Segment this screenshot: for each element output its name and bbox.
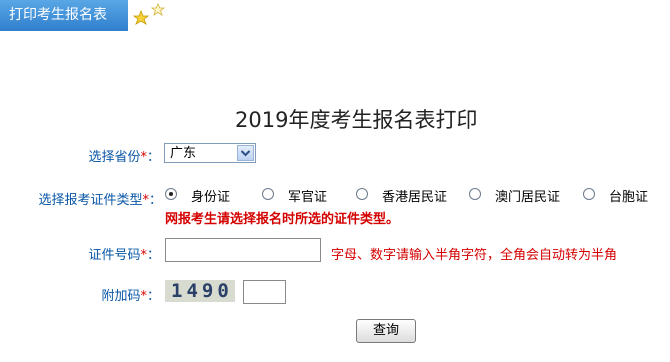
radio-button[interactable] bbox=[356, 188, 368, 200]
province-label: 选择省份*： bbox=[88, 150, 160, 165]
query-button[interactable]: 查询 bbox=[356, 319, 416, 343]
id-type-hint: 网报考生请选择报名时所选的证件类型。 bbox=[165, 212, 400, 227]
page-title: 2019年度考生报名表打印 bbox=[235, 108, 478, 132]
id-number-hint: 字母、数字请输入半角字符，全角会自动转为半角 bbox=[331, 248, 618, 263]
radio-button[interactable] bbox=[165, 188, 177, 200]
radio-button[interactable] bbox=[469, 188, 481, 200]
radio-button[interactable] bbox=[583, 188, 595, 200]
province-selected-value: 广东 bbox=[170, 146, 197, 161]
chevron-down-icon[interactable] bbox=[237, 145, 254, 161]
radio-button[interactable] bbox=[262, 188, 274, 200]
page-tab[interactable]: 打印考生报名表 bbox=[0, 0, 128, 31]
id-type-radio-group: 身份证 军官证 香港居民证 澳门居民证 台胞证 bbox=[165, 185, 665, 207]
captcha-label: 附加码*： bbox=[101, 289, 160, 304]
captcha-image: 1490 bbox=[165, 280, 235, 302]
tab-title: 打印考生报名表 bbox=[9, 7, 107, 23]
star-icon bbox=[132, 3, 166, 25]
province-select[interactable]: 广东 bbox=[164, 143, 256, 163]
id-number-label: 证件号码*： bbox=[88, 248, 160, 263]
star-outline-icon bbox=[150, 3, 166, 16]
id-number-input[interactable] bbox=[165, 238, 321, 262]
id-type-label: 选择报考证件类型*： bbox=[38, 193, 162, 208]
captcha-input[interactable] bbox=[243, 280, 286, 304]
